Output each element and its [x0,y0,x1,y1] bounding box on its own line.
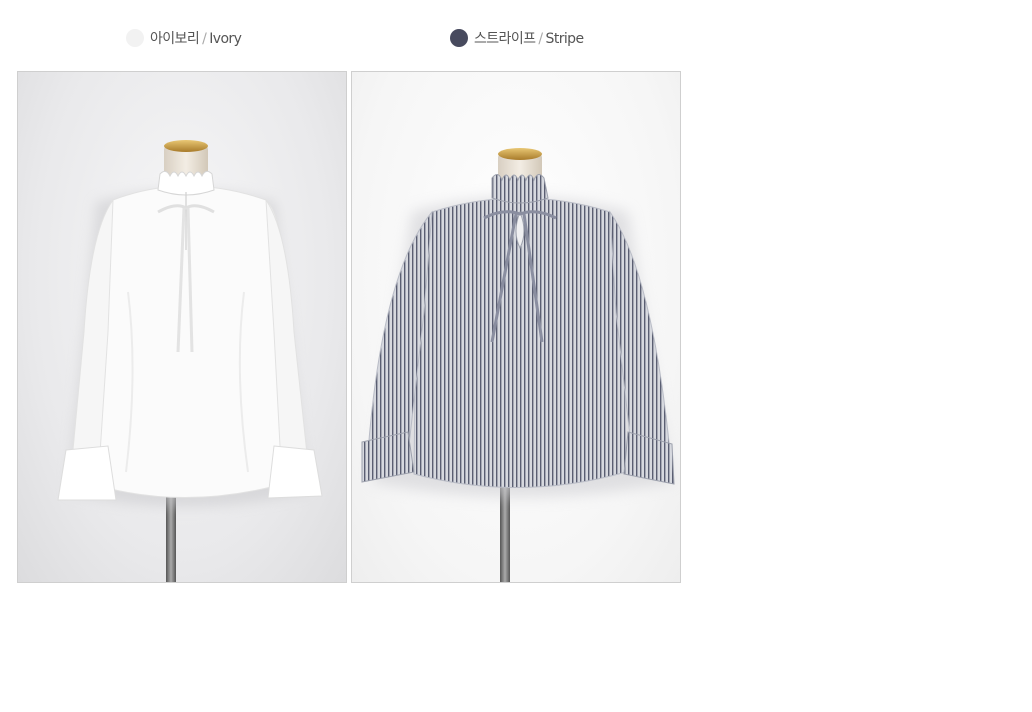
stripe-swatch [450,29,468,47]
ivory-swatch [126,29,144,47]
ivory-name-ko: 아이보리 [150,31,200,47]
stripe-blouse-photo [351,71,681,583]
stripe-separator: / [538,31,543,47]
stripe-name-ko: 스트라이프 [474,31,536,47]
color-option-stripe: 스트라이프 / Stripe [450,28,585,48]
ivory-blouse-photo [17,71,347,583]
stripe-label: 스트라이프 / Stripe [474,28,585,48]
ivory-label: 아이보리 / Ivory [150,28,242,48]
ivory-separator: / [202,31,207,47]
ivory-name-en: Ivory [209,31,242,47]
color-option-ivory: 아이보리 / Ivory [126,28,242,48]
stripe-name-en: Stripe [545,31,585,47]
